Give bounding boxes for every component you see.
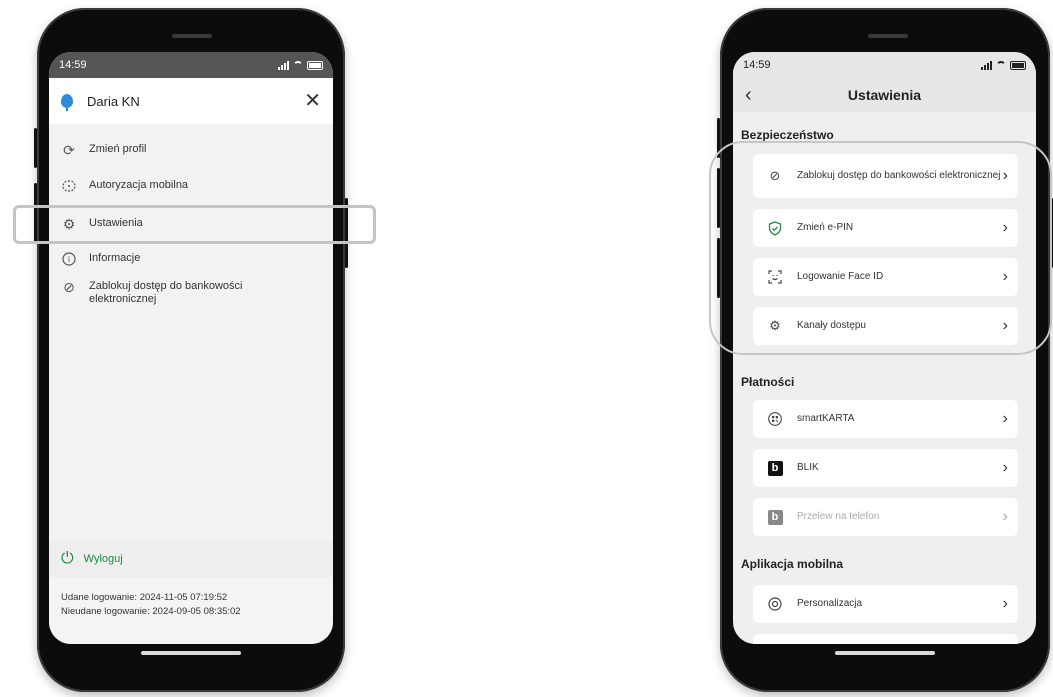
info-icon: i xyxy=(61,251,77,267)
chevron-left-icon[interactable]: ‹ xyxy=(745,84,752,107)
menu-item-block-access[interactable]: ⊘ Zablokuj dostęp do bankowości elektron… xyxy=(61,279,279,306)
profile-name: Daria KN xyxy=(87,93,140,109)
settings-item-label: smartKARTA xyxy=(797,413,855,424)
power-icon: ⏻ xyxy=(61,550,74,567)
menu-item-label: Zmień profil xyxy=(89,143,147,155)
logout-label: Wyloguj xyxy=(83,553,123,565)
last-successful-login: Udane logowanie: 2024-11-05 07:19:52 xyxy=(61,592,228,603)
menu-item-mobile-auth[interactable]: Autoryzacja mobilna xyxy=(61,178,188,194)
menu-item-change-profile[interactable]: ⟳ Zmień profil xyxy=(61,142,146,158)
mobile-auth-icon xyxy=(61,178,77,194)
battery-icon xyxy=(1010,60,1026,70)
highlight-frame xyxy=(709,141,1052,355)
status-bar: 14:59 xyxy=(733,52,1036,78)
wifi-icon xyxy=(293,61,303,69)
svg-text:i: i xyxy=(68,255,70,264)
status-time: 14:59 xyxy=(59,59,87,71)
menu-item-label: Autoryzacja mobilna xyxy=(89,179,189,191)
menu-list: ⟳ Zmień profil Autoryzacja mobilna ⚙ Ust… xyxy=(49,124,333,541)
section-header-mobile-app: Aplikacja mobilna xyxy=(741,557,844,571)
blik-logo: b xyxy=(767,509,783,525)
last-failed-login: Nieudane logowanie: 2024-09-05 08:35:02 xyxy=(61,606,241,617)
speaker-grille xyxy=(868,34,908,38)
balloon-icon xyxy=(61,94,73,111)
block-icon: ⊘ xyxy=(63,278,75,295)
menu-item-label: Zablokuj dostęp do bankowości elektronic… xyxy=(89,280,243,305)
status-time: 14:59 xyxy=(743,59,771,71)
chevron-right-icon: › xyxy=(1002,508,1008,525)
menu-item-label: Informacje xyxy=(89,252,141,264)
page-title: Ustawienia xyxy=(847,87,922,103)
settings-item-next[interactable] xyxy=(753,634,1018,644)
status-bar: 14:59 xyxy=(49,52,333,78)
home-indicator[interactable] xyxy=(141,651,241,655)
chevron-right-icon: › xyxy=(1002,595,1008,612)
nav-bar: ‹ Ustawienia xyxy=(733,78,1036,112)
speaker-grille xyxy=(172,34,212,38)
profile-header: Daria KN ✕ xyxy=(49,78,333,124)
chevron-right-icon: › xyxy=(1002,410,1008,427)
blik-icon: b xyxy=(767,509,783,525)
login-info: Udane logowanie: 2024-11-05 07:19:52 Nie… xyxy=(49,577,333,644)
wifi-icon xyxy=(996,61,1006,69)
refresh-icon: ⟳ xyxy=(63,141,75,158)
section-header-security: Bezpieczeństwo xyxy=(741,128,834,142)
chevron-right-icon: › xyxy=(1002,459,1008,476)
qr-icon xyxy=(767,411,783,427)
settings-item-phone-transfer[interactable]: b Przelew na telefon › xyxy=(753,498,1018,536)
status-icons xyxy=(278,60,323,70)
phone-button xyxy=(34,128,37,168)
section-header-payments: Płatności xyxy=(741,375,795,389)
screen: 14:59 Daria KN ✕ ⟳ Zmień profil Autoryza… xyxy=(49,52,333,644)
menu-item-info[interactable]: i Informacje xyxy=(61,251,140,267)
highlight-frame xyxy=(13,205,376,244)
personalize-icon xyxy=(767,596,783,612)
settings-item-personalization[interactable]: Personalizacja › xyxy=(753,585,1018,623)
settings-item-label: Przelew na telefon xyxy=(797,511,880,522)
settings-item-smartkarta[interactable]: smartKARTA › xyxy=(753,400,1018,438)
signal-icon xyxy=(278,60,289,70)
settings-item-label: BLIK xyxy=(797,462,819,473)
blik-icon: b xyxy=(767,460,783,476)
logout-button[interactable]: ⏻ Wyloguj xyxy=(49,541,333,577)
blik-logo: b xyxy=(767,460,783,476)
signal-icon xyxy=(981,60,992,70)
settings-item-blik[interactable]: b BLIK › xyxy=(753,449,1018,487)
phone-left: 14:59 Daria KN ✕ ⟳ Zmień profil Autoryza… xyxy=(34,8,348,692)
status-icons xyxy=(981,60,1026,70)
settings-item-label: Personalizacja xyxy=(797,598,863,609)
battery-icon xyxy=(307,60,323,70)
home-indicator[interactable] xyxy=(835,651,935,655)
close-icon[interactable]: ✕ xyxy=(304,91,321,111)
